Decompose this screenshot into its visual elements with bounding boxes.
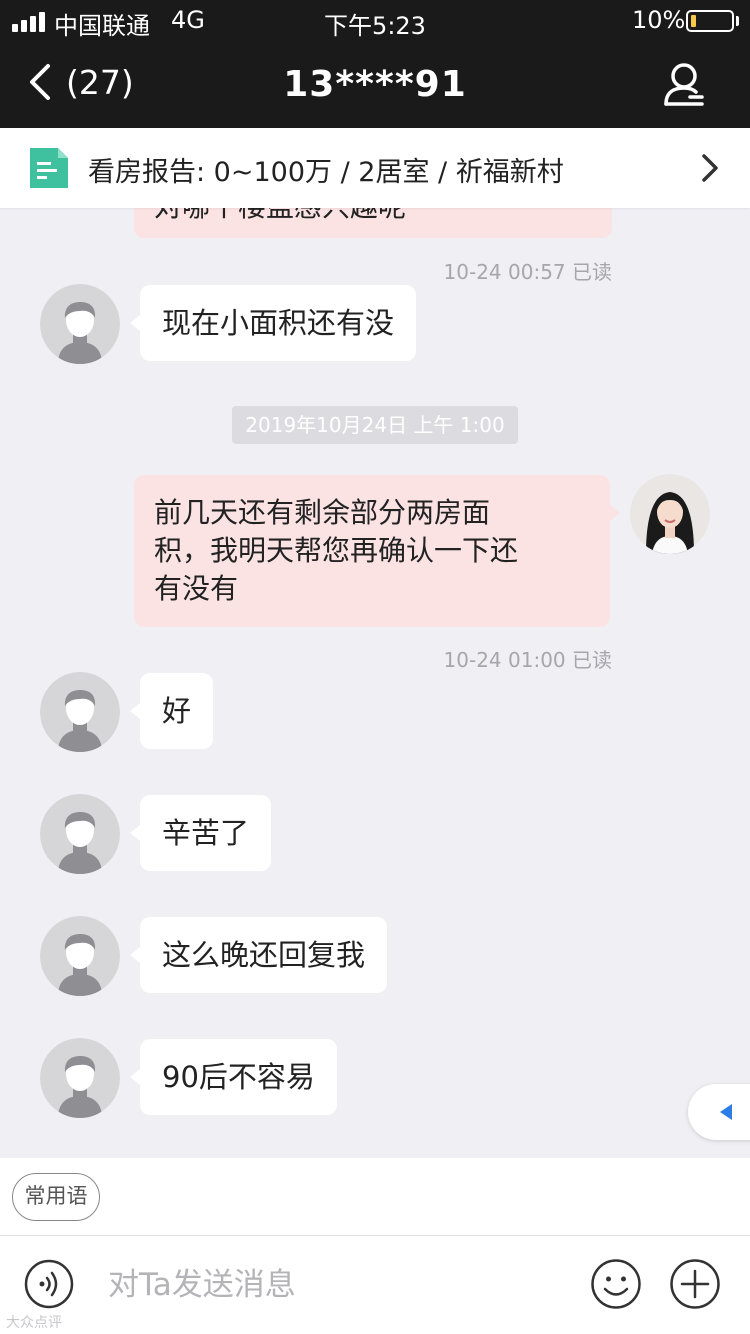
message-meta: 10-24 00:57 已读 [443,260,612,284]
quick-reply-bar: 常用语 [0,1158,750,1236]
message-outgoing: 前几天还有剩余部分两房面 积，我明天帮您再确认一下还 有没有 [134,475,620,627]
battery-percent: 10% [632,6,686,34]
status-bar: 中国联通 4G 下午5:23 10% [0,0,750,42]
contact-avatar[interactable] [40,1038,120,1118]
nav-bar: (27) 13****91 [0,42,750,128]
document-icon [30,148,68,188]
chat-area[interactable]: 对哪个楼盘感兴趣呢 10-24 00:57 已读 现在小面积还有没 2019年1… [0,208,750,1158]
message-text: 好 [162,694,192,728]
contact-avatar[interactable] [40,672,120,752]
input-bar [0,1236,750,1334]
message-input[interactable] [108,1258,568,1312]
viewing-report-bar[interactable]: 看房报告: 0~100万 / 2居室 / 祈福新村 [0,128,750,208]
message-outgoing: 对哪个楼盘感兴趣呢 [134,208,612,238]
smiley-icon[interactable] [590,1258,642,1310]
message-text: 90后不容易 [162,1060,315,1094]
common-phrases-button[interactable]: 常用语 [12,1173,100,1221]
contact-avatar[interactable] [40,284,120,364]
triangle-left-icon [720,1104,732,1120]
message-incoming: 好 [129,673,214,749]
message-text: 对哪个楼盘感兴趣呢 [154,208,406,223]
watermark: 大众点评 [6,1315,62,1331]
side-expand-button[interactable] [688,1084,750,1140]
message-meta: 10-24 01:00 已读 [443,648,612,672]
date-divider: 2019年10月24日 上午 1:00 [232,406,518,444]
report-label: 看房报告: 0~100万 / 2居室 / 祈福新村 [88,157,564,188]
contact-avatar[interactable] [40,794,120,874]
battery-tip [736,16,739,26]
voice-icon[interactable] [24,1259,74,1309]
page-title: 13****91 [283,64,467,105]
message-text: 现在小面积还有没 [162,306,395,340]
user-profile-icon[interactable] [662,62,708,108]
agent-avatar[interactable] [630,474,710,554]
battery-icon [686,10,734,32]
message-text: 辛苦了 [162,816,250,850]
message-text: 这么晚还回复我 [162,938,366,972]
plus-circle-icon[interactable] [669,1258,721,1310]
message-incoming: 辛苦了 [129,795,272,871]
message-line: 积，我明天帮您再确认一下还 [154,534,519,567]
message-line: 有没有 [154,572,239,605]
message-incoming: 现在小面积还有没 [129,285,417,361]
message-incoming: 90后不容易 [130,1039,337,1115]
message-incoming: 这么晚还回复我 [129,917,388,993]
chevron-right-icon [702,154,718,182]
message-line: 前几天还有剩余部分两房面 [154,496,491,529]
contact-avatar[interactable] [40,916,120,996]
